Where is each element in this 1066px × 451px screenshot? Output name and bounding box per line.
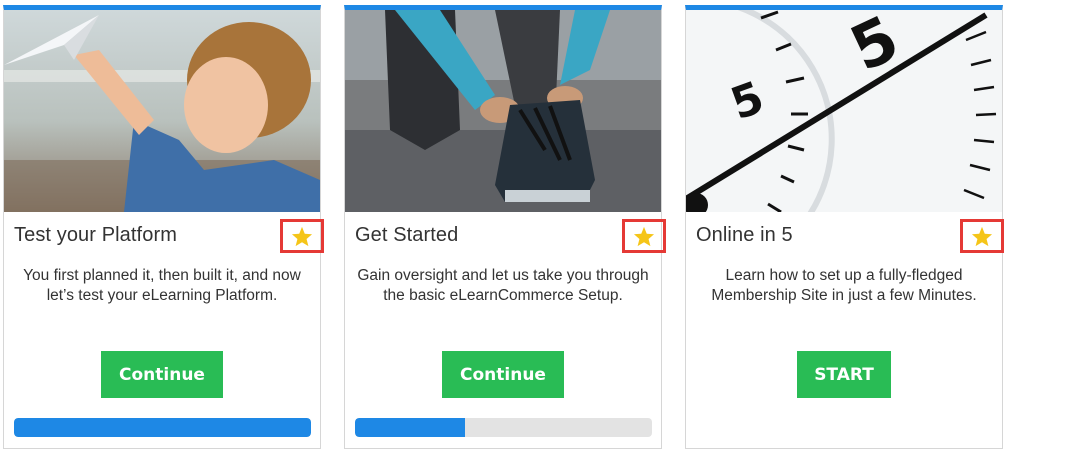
course-grid: Test your Platform You first planned it,…: [0, 0, 1066, 451]
favorite-toggle[interactable]: [960, 219, 1004, 253]
continue-button[interactable]: Continue: [101, 351, 223, 398]
progress-bar: [355, 418, 652, 437]
course-title[interactable]: Test your Platform: [14, 224, 177, 247]
course-card: Test your Platform You first planned it,…: [3, 5, 324, 449]
course-thumbnail-tying-shoelaces[interactable]: [345, 10, 661, 212]
start-button[interactable]: START: [797, 351, 891, 398]
course-title[interactable]: Get Started: [355, 224, 458, 247]
course-description: You first planned it, then built it, and…: [23, 267, 301, 304]
favorite-toggle[interactable]: [280, 219, 324, 253]
progress-fill: [355, 418, 465, 437]
favorite-toggle[interactable]: [622, 219, 666, 253]
course-card: Get Started Gain oversight and let us ta…: [344, 5, 666, 449]
course-card: 5 5 Online in 5 Learn how to set up a fu…: [685, 5, 1004, 449]
continue-button[interactable]: Continue: [442, 351, 564, 398]
course-description: Gain oversight and let us take you throu…: [357, 267, 649, 304]
progress-bar: [14, 418, 311, 437]
star-icon: [633, 226, 655, 246]
course-description: Learn how to set up a fully-fledged Memb…: [711, 267, 977, 304]
progress-fill: [14, 418, 311, 437]
course-thumbnail-stopwatch[interactable]: 5 5: [686, 10, 1002, 212]
star-icon: [291, 226, 313, 246]
course-title[interactable]: Online in 5: [696, 224, 793, 247]
course-thumbnail-girl-paper-plane[interactable]: [4, 10, 320, 212]
star-icon: [971, 226, 993, 246]
